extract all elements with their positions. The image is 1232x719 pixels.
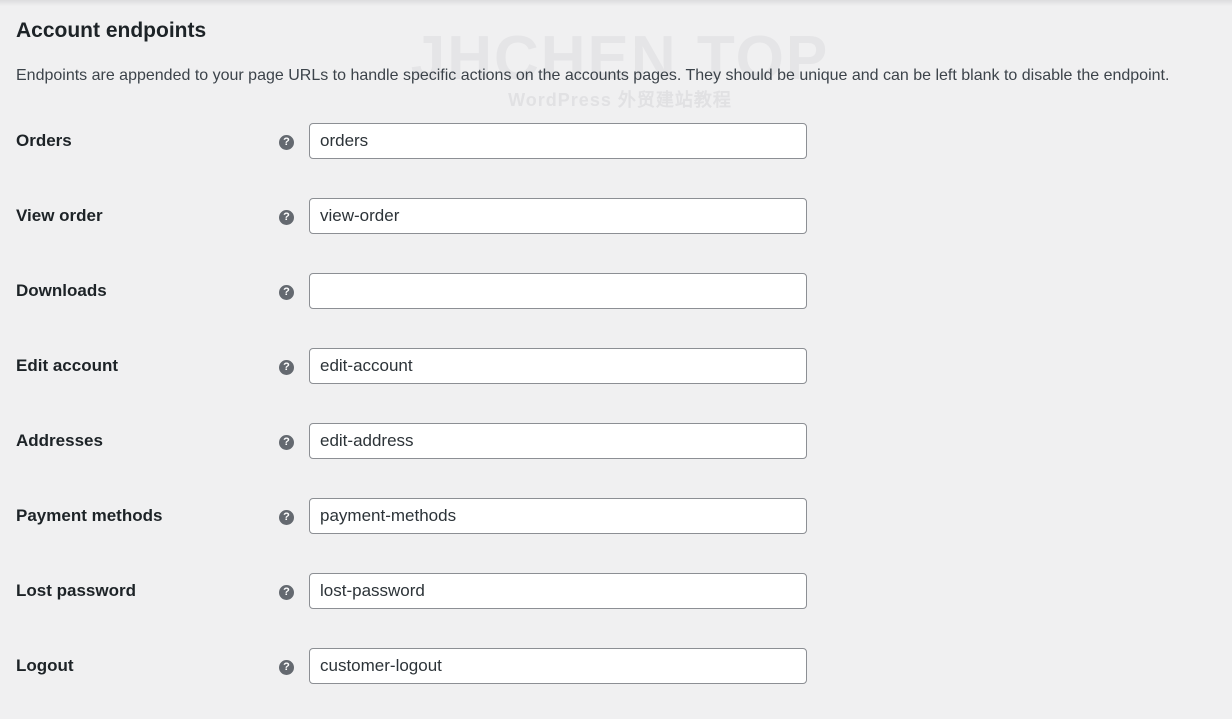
logout-endpoint-input[interactable] — [309, 648, 807, 684]
field-label-lost-password: Lost password — [16, 581, 136, 600]
question-circle-icon[interactable]: ? — [279, 660, 294, 675]
question-circle-icon[interactable]: ? — [279, 285, 294, 300]
top-shadow — [0, 0, 1232, 6]
question-circle-icon[interactable]: ? — [279, 360, 294, 375]
question-circle-icon[interactable]: ? — [279, 135, 294, 150]
field-label-downloads: Downloads — [16, 281, 107, 300]
settings-page: JHCHEN TOP WordPress 外贸建站教程 Account endp… — [0, 0, 1232, 719]
question-circle-icon[interactable]: ? — [279, 435, 294, 450]
question-circle-icon[interactable]: ? — [279, 585, 294, 600]
section-description: Endpoints are appended to your page URLs… — [16, 67, 1170, 84]
payment-methods-endpoint-input[interactable] — [309, 498, 807, 534]
lost-password-endpoint-input[interactable] — [309, 573, 807, 609]
downloads-endpoint-input[interactable] — [309, 273, 807, 309]
field-row-lost-password: Lost password ? — [0, 573, 1232, 613]
section-title: Account endpoints — [16, 19, 207, 42]
question-circle-icon[interactable]: ? — [279, 510, 294, 525]
field-row-downloads: Downloads ? — [0, 273, 1232, 313]
field-label-logout: Logout — [16, 656, 74, 675]
field-label-payment-methods: Payment methods — [16, 506, 163, 525]
field-label-edit-account: Edit account — [16, 356, 119, 375]
field-row-view-order: View order ? — [0, 198, 1232, 238]
field-label-addresses: Addresses — [16, 431, 103, 450]
field-label-view-order: View order — [16, 206, 103, 225]
question-circle-icon[interactable]: ? — [279, 210, 294, 225]
edit-account-endpoint-input[interactable] — [309, 348, 807, 384]
orders-endpoint-input[interactable] — [309, 123, 807, 159]
field-row-orders: Orders ? — [0, 123, 1232, 163]
field-row-addresses: Addresses ? — [0, 423, 1232, 463]
addresses-endpoint-input[interactable] — [309, 423, 807, 459]
field-row-logout: Logout ? — [0, 648, 1232, 688]
view-order-endpoint-input[interactable] — [309, 198, 807, 234]
field-row-payment-methods: Payment methods ? — [0, 498, 1232, 538]
field-row-edit-account: Edit account ? — [0, 348, 1232, 388]
watermark-subtext: WordPress 外贸建站教程 — [508, 90, 732, 110]
field-label-orders: Orders — [16, 131, 72, 150]
